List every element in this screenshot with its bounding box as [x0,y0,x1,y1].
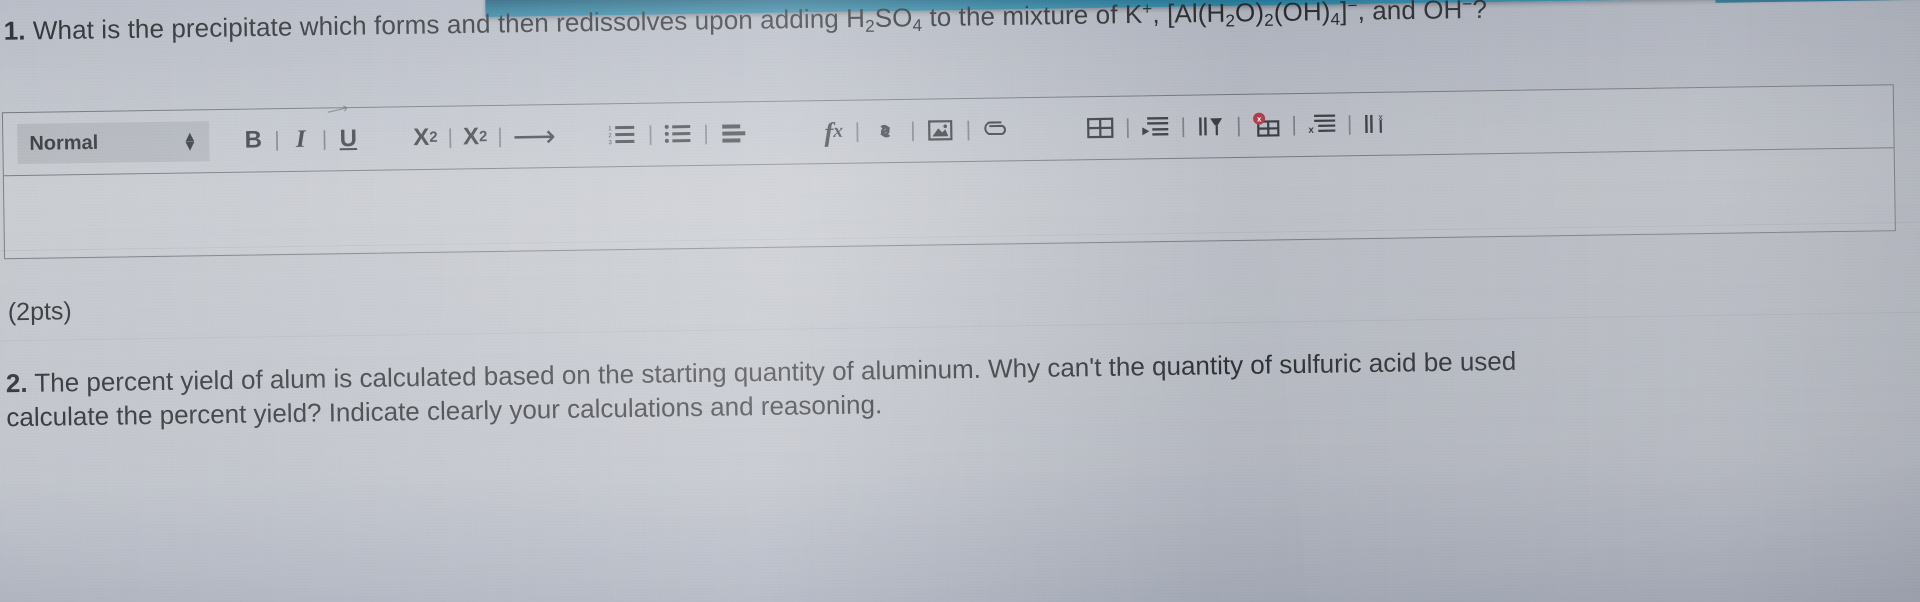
svg-text:2: 2 [609,133,613,139]
column-clear-icon[interactable]: x [1355,109,1399,140]
separator: | [909,118,916,142]
superscript-label: X [462,123,480,151]
separator: | [703,121,709,145]
question-1: 1. What is the precipitate which forms a… [3,0,1487,50]
underline-button[interactable]: U [330,119,367,160]
question-1-sup-3: − [1462,0,1473,14]
separator: | [854,119,861,143]
paragraph-style-select[interactable]: Normal ▲ ▼ [17,121,210,165]
paragraph-format-icon[interactable] [1133,112,1177,143]
separator: | [497,124,503,148]
separator: | [1291,113,1298,137]
subscript-label: X [413,123,430,152]
bulleted-list-icon[interactable] [656,119,700,150]
subscript-button[interactable]: X2 [406,118,445,159]
screen-photo: 1. What is the precipitate which forms a… [0,0,1920,602]
align-left-icon[interactable] [711,118,755,149]
table-icon[interactable] [1078,113,1122,144]
monitor-screen: 1. What is the precipitate which forms a… [0,0,1920,602]
question-1-text-part-5: O) [1234,0,1265,28]
svg-text:1: 1 [609,126,613,132]
paragraph-style-value: Normal [29,131,99,155]
browser-chrome-bar-right [1714,0,1920,3]
stepper-icon[interactable]: ▲ ▼ [182,128,198,155]
separator: | [965,117,972,141]
question-1-sub-1: 2 [865,15,875,36]
row-format-icon[interactable]: x [1300,109,1344,140]
separator: | [1124,115,1131,139]
italic-button[interactable]: I [283,120,320,161]
screen-glare [0,0,1634,602]
svg-text:x: x [1257,115,1262,124]
question-1-text-part-6: (OH) [1273,0,1331,27]
question-1-sub-2: 4 [912,14,923,36]
text-cursor-icon: ⟶ [325,99,350,121]
equation-index: x [833,120,844,142]
superscript-button[interactable]: X2 [456,117,495,158]
question-1-sup-1: + [1142,0,1153,19]
bold-button[interactable]: B [235,120,272,161]
text-style-group: B | I | U [235,119,367,161]
assignment-content: 1. What is the precipitate which forms a… [0,0,1896,433]
insert-arrow-button[interactable]: ⟶ [505,116,561,157]
column-filter-icon[interactable] [1189,111,1233,142]
question-1-sup-2: − [1347,0,1358,16]
question-1-text-part-4: , [Al(H [1152,0,1226,29]
question-1-number: 1. [3,15,26,46]
question-2: 2. The percent yield of alum is calculat… [6,338,1907,435]
link-icon[interactable] [863,116,907,147]
svg-text:x: x [1308,125,1314,136]
separator: | [447,125,454,149]
chevron-down-icon: ▼ [182,137,198,155]
superscript-index: 2 [478,129,488,146]
question-2-number: 2. [5,367,28,399]
separator: | [321,127,328,151]
question-1-text-part-1: What is the precipitate which forms and … [25,3,866,46]
insert-group: fx | | | [815,109,1018,152]
question-1-sub-5: 4 [1330,8,1341,29]
question-1-text-part-8: , and OH [1357,0,1463,26]
attachment-icon[interactable] [974,114,1018,145]
image-icon[interactable] [918,115,962,146]
numbered-list-icon[interactable]: 1 2 3 [601,120,645,151]
list-group: 1 2 3 | | [601,118,756,150]
separator: | [1346,112,1353,136]
points-label: (2pts) [7,297,72,327]
separator: | [1180,114,1187,138]
question-1-sub-4: 2 [1264,9,1275,30]
equation-fx-icon[interactable]: fx [815,112,852,153]
separator: | [274,128,280,152]
question-1-text-part-2: SO [874,2,913,33]
separator: | [647,122,654,146]
subscript-index: 2 [429,129,438,146]
svg-text:x: x [1378,112,1383,122]
question-1-text-part-9: ? [1472,0,1488,25]
svg-text:3: 3 [609,140,613,146]
table-group: | | | x | x | x [1078,109,1400,144]
separator: | [1235,113,1242,137]
question-1-text-part-3: to the mixture of K [921,0,1143,33]
rich-text-editor[interactable]: Normal ▲ ▼ B | I | U X 2 | X 2 | ⟶ 1 2 3… [1,84,1896,260]
page-divider-bottom [0,311,1920,342]
script-group: X2 | X2 | ⟶ [406,116,561,158]
table-delete-icon[interactable]: x [1244,110,1288,141]
